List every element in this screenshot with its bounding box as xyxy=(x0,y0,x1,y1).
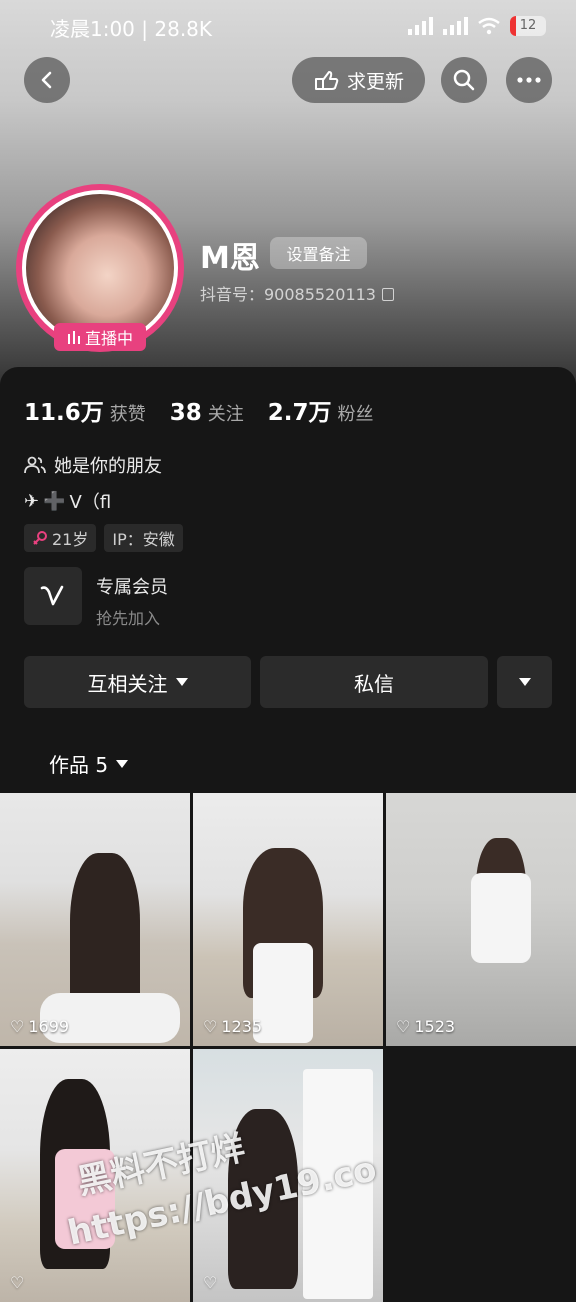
video-figure xyxy=(471,873,531,963)
video-thumbnail[interactable]: ♡ 1699 xyxy=(0,793,190,1046)
message-button[interactable]: 私信 xyxy=(260,656,488,708)
v-logo-icon xyxy=(40,585,64,606)
vip-icon xyxy=(24,567,82,625)
female-icon xyxy=(33,531,47,545)
heart-icon: ♡ xyxy=(10,1017,25,1036)
video-likes: ♡ 1235 xyxy=(203,1017,262,1036)
signal-icon xyxy=(408,17,433,35)
friend-text: 她是你的朋友 xyxy=(54,456,162,477)
bio-text: V（fl xyxy=(69,492,112,513)
douyin-id[interactable]: 抖音号：90085520113 xyxy=(200,281,394,305)
profile-tags: 21岁 IP：安徽 xyxy=(24,524,183,552)
chevron-left-icon xyxy=(41,71,52,89)
stat-label: 关注 xyxy=(207,404,244,425)
wifi-icon xyxy=(478,17,500,35)
bio: ✈ ➕ V（fl xyxy=(24,488,111,514)
live-badge[interactable]: 直播中 xyxy=(54,323,146,351)
stat-value: 38 xyxy=(169,400,202,426)
tab-works[interactable]: 作品 5 xyxy=(49,749,129,778)
profile-name: M恩 xyxy=(200,241,260,276)
status-bar: 凌晨1:00 | 28.8K 12 xyxy=(0,0,576,56)
stats-row: 11.6万 获赞 38 关注 2.7万 粉丝 xyxy=(24,393,398,427)
mutual-follow-label: 互相关注 xyxy=(87,671,168,696)
likes-count: 1699 xyxy=(28,1017,70,1036)
back-button[interactable] xyxy=(24,57,70,103)
airplane-icon: ✈ xyxy=(24,490,40,512)
signal-icon xyxy=(443,17,468,35)
vip-membership[interactable]: 专属会员 抢先加入 xyxy=(24,567,168,629)
likes-count: 1523 xyxy=(414,1017,456,1036)
caret-down-icon xyxy=(116,759,129,768)
likes-count: 1235 xyxy=(221,1017,263,1036)
ip-tag: IP：安徽 xyxy=(104,524,183,552)
age-tag: 21岁 xyxy=(24,524,97,552)
live-badge-label: 直播中 xyxy=(84,329,133,348)
vip-subtitle: 抢先加入 xyxy=(96,609,161,628)
more-dots-icon xyxy=(517,77,541,83)
battery-icon: 12 xyxy=(510,16,546,36)
video-likes: ♡ 1523 xyxy=(396,1017,455,1036)
search-icon xyxy=(453,69,475,91)
stat-followers[interactable]: 2.7万 粉丝 xyxy=(268,393,374,427)
video-likes: ♡ xyxy=(10,1273,28,1292)
stat-value: 2.7万 xyxy=(267,400,332,426)
search-button[interactable] xyxy=(441,57,487,103)
heart-icon: ♡ xyxy=(396,1017,411,1036)
hand-pointing-icon xyxy=(314,71,339,90)
set-remark-button[interactable]: 设置备注 xyxy=(270,237,367,269)
video-likes: ♡ xyxy=(203,1273,221,1292)
more-actions-button[interactable] xyxy=(497,656,552,708)
caret-down-icon xyxy=(175,678,188,686)
heart-icon: ♡ xyxy=(203,1273,218,1292)
plus-icon: ➕ xyxy=(43,490,66,512)
stat-label: 获赞 xyxy=(109,404,146,425)
video-likes: ♡ 1699 xyxy=(10,1017,69,1036)
heart-icon: ♡ xyxy=(10,1273,25,1292)
request-update-label: 求更新 xyxy=(346,70,404,93)
stat-following[interactable]: 38 关注 xyxy=(170,400,244,426)
avatar-photo xyxy=(26,194,174,342)
action-buttons: 互相关注 私信 xyxy=(24,656,552,708)
video-thumbnail[interactable]: ♡ 1523 xyxy=(386,793,576,1046)
mutual-follow-button[interactable]: 互相关注 xyxy=(24,656,251,708)
stat-label: 粉丝 xyxy=(337,404,374,425)
age-tag-label: 21岁 xyxy=(52,530,89,549)
live-bars-icon xyxy=(67,331,80,344)
douyin-id-text: 抖音号：90085520113 xyxy=(200,285,376,304)
works-tab-label: 作品 5 xyxy=(49,753,109,777)
stat-likes[interactable]: 11.6万 获赞 xyxy=(24,393,146,427)
caret-down-icon xyxy=(518,678,531,686)
people-icon xyxy=(24,456,46,474)
video-thumbnail[interactable]: ♡ 1235 xyxy=(193,793,383,1046)
copy-icon[interactable] xyxy=(381,288,394,301)
vip-title: 专属会员 xyxy=(96,577,168,598)
stat-value: 11.6万 xyxy=(24,400,104,426)
more-button[interactable] xyxy=(506,57,552,103)
request-update-button[interactable]: 求更新 xyxy=(292,57,425,103)
friend-indicator: 她是你的朋友 xyxy=(24,452,162,478)
status-time: 凌晨1:00 | 28.8K xyxy=(50,17,213,41)
heart-icon: ♡ xyxy=(203,1017,218,1036)
